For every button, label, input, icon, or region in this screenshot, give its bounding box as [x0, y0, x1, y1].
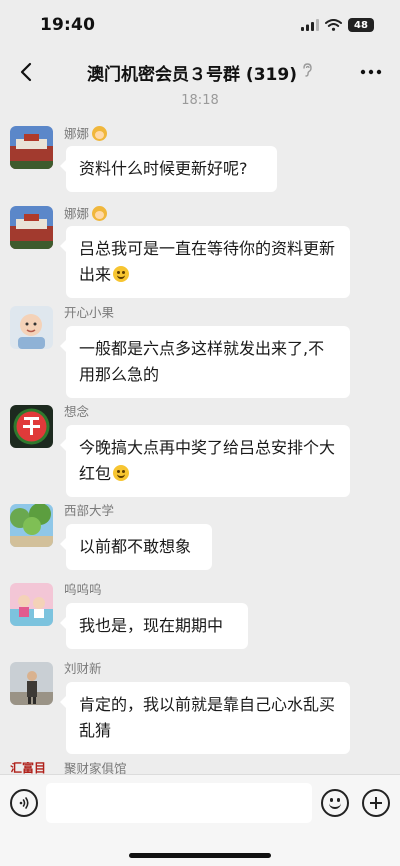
- home-indicator: [129, 853, 271, 858]
- message-text: 以前都不敢想象: [79, 537, 192, 556]
- avatar[interactable]: [10, 306, 53, 349]
- message-text: 资料什么时候更新好呢?: [79, 159, 248, 178]
- status-time: 19:40: [40, 15, 96, 35]
- ear-icon: [301, 62, 313, 82]
- status-icons: 48: [301, 16, 374, 35]
- girl-emoji-icon: [92, 126, 108, 141]
- avatar[interactable]: [10, 405, 53, 448]
- sender-name: 娜娜: [64, 126, 108, 141]
- girl-emoji-icon: [92, 206, 108, 221]
- message-text: 肯定的，我以前就是靠自己心水乱买乱猜: [79, 695, 336, 740]
- nav-title-group: 澳门机密会员３号群 (319): [87, 60, 313, 85]
- sender-name: 西部大学: [64, 503, 115, 518]
- message-bubble[interactable]: 我也是，现在期期中: [60, 603, 248, 649]
- sender-name: 刘财新: [64, 661, 102, 676]
- wifi-icon: [325, 16, 342, 35]
- grin-emoji-icon: [113, 465, 130, 481]
- status-bar: 19:40 48: [0, 0, 400, 50]
- sender-name: 想念: [64, 404, 90, 419]
- back-arrow-icon[interactable]: [12, 58, 40, 86]
- plus-icon[interactable]: [362, 789, 390, 817]
- message-bubble[interactable]: 吕总我可是一直在等待你的资料更新出来: [60, 226, 350, 298]
- smile-emoji-icon: [113, 266, 130, 282]
- message-bubble[interactable]: 今晚搞大点再中奖了给吕总安排个大红包: [60, 425, 350, 497]
- message-input[interactable]: [46, 783, 312, 823]
- message-bubble[interactable]: 肯定的，我以前就是靠自己心水乱买乱猜: [60, 682, 350, 754]
- chat-title: 澳门机密会员３号群 (319): [87, 64, 297, 85]
- message-bubble[interactable]: 一般都是六点多这样就发出来了,不用那么急的: [60, 326, 350, 398]
- signal-icon: [301, 16, 319, 35]
- message-text: 一般都是六点多这样就发出来了,不用那么急的: [79, 339, 325, 384]
- battery-icon: 48: [348, 18, 374, 32]
- chat-area[interactable]: 18:18 娜娜 资料什么时候更新好呢? 娜娜 吕总我可是一直在等待你的资料更新…: [0, 94, 400, 774]
- more-icon[interactable]: [356, 58, 386, 86]
- avatar[interactable]: [10, 583, 53, 626]
- avatar[interactable]: [10, 206, 53, 249]
- avatar[interactable]: [10, 504, 53, 547]
- voice-icon[interactable]: [10, 789, 38, 817]
- input-bar: [0, 774, 400, 866]
- avatar[interactable]: [10, 126, 53, 169]
- message-text: 我也是，现在期期中: [79, 616, 224, 635]
- sender-name: 开心小果: [64, 305, 115, 320]
- nav-bar: 澳门机密会员３号群 (319): [0, 50, 400, 94]
- message-bubble[interactable]: 以前都不敢想象: [60, 524, 212, 570]
- emoji-icon[interactable]: [321, 789, 349, 817]
- sender-name: 呜呜呜: [64, 582, 102, 597]
- sender-name: 娜娜: [64, 206, 108, 221]
- chat-timestamp: 18:18: [181, 94, 219, 108]
- sender-name: 聚财家俱馆: [64, 761, 127, 775]
- avatar[interactable]: [10, 662, 53, 705]
- avatar[interactable]: 汇富目: [10, 762, 53, 774]
- message-bubble[interactable]: 资料什么时候更新好呢?: [60, 146, 277, 192]
